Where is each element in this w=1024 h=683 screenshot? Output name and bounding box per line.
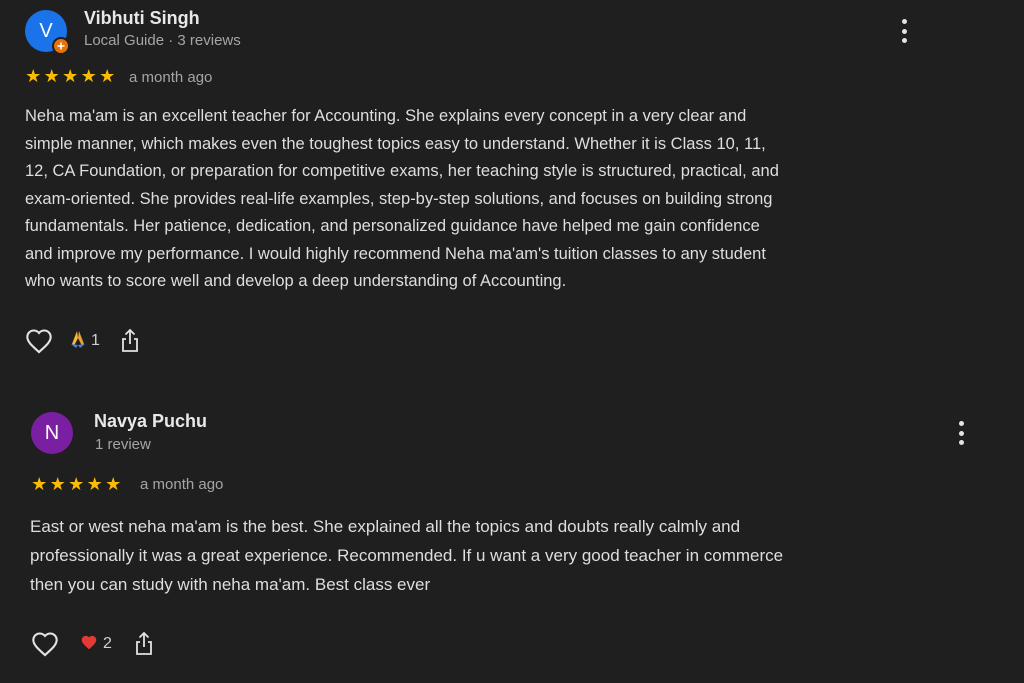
like-heart-icon[interactable] (24, 326, 54, 356)
star-icon: ★ (105, 474, 122, 494)
reviewer-meta: 1 review (95, 436, 151, 453)
share-icon[interactable] (118, 327, 142, 355)
reviewer-name[interactable]: Vibhuti Singh (84, 8, 200, 29)
star-icon: ★ (62, 66, 79, 86)
reaction-count-label: 1 (91, 332, 100, 349)
reaction-count[interactable]: 2 (80, 634, 112, 655)
local-guide-badge-icon (52, 37, 70, 55)
star-icon: ★ (31, 474, 48, 494)
like-heart-icon[interactable] (30, 629, 60, 659)
folded-hands-icon (69, 329, 87, 354)
star-icon: ★ (68, 474, 85, 494)
avatar[interactable]: V (25, 10, 70, 55)
share-icon[interactable] (132, 630, 156, 658)
star-icon: ★ (49, 474, 66, 494)
star-rating: ★ ★ ★ ★ ★ (30, 475, 123, 493)
reaction-count[interactable]: 1 (69, 329, 100, 354)
review-text: Neha ma'am is an excellent teacher for A… (25, 107, 779, 290)
review-date: a month ago (129, 69, 213, 86)
star-icon: ★ (80, 66, 97, 86)
star-rating: ★ ★ ★ ★ ★ (24, 67, 117, 85)
star-icon: ★ (86, 474, 103, 494)
review-actions: 1 (24, 326, 142, 356)
review-card: N Navya Puchu 1 review ★ ★ ★ ★ ★ a month… (0, 400, 1024, 683)
review-actions: 2 (30, 629, 156, 659)
review-text: East or west neha ma'am is the best. She… (30, 517, 784, 594)
reviewer-name[interactable]: Navya Puchu (94, 411, 207, 432)
red-heart-icon (80, 634, 98, 655)
star-icon: ★ (99, 66, 116, 86)
review-card: V Vibhuti Singh Local Guide · 3 reviews … (0, 0, 1024, 372)
star-icon: ★ (43, 66, 60, 86)
more-options-icon[interactable] (955, 421, 967, 445)
avatar[interactable]: N (31, 412, 73, 454)
reaction-count-label: 2 (103, 635, 112, 652)
star-icon: ★ (25, 66, 42, 86)
more-options-icon[interactable] (898, 19, 910, 43)
reviewer-meta: Local Guide · 3 reviews (84, 32, 241, 49)
review-date: a month ago (140, 476, 224, 493)
